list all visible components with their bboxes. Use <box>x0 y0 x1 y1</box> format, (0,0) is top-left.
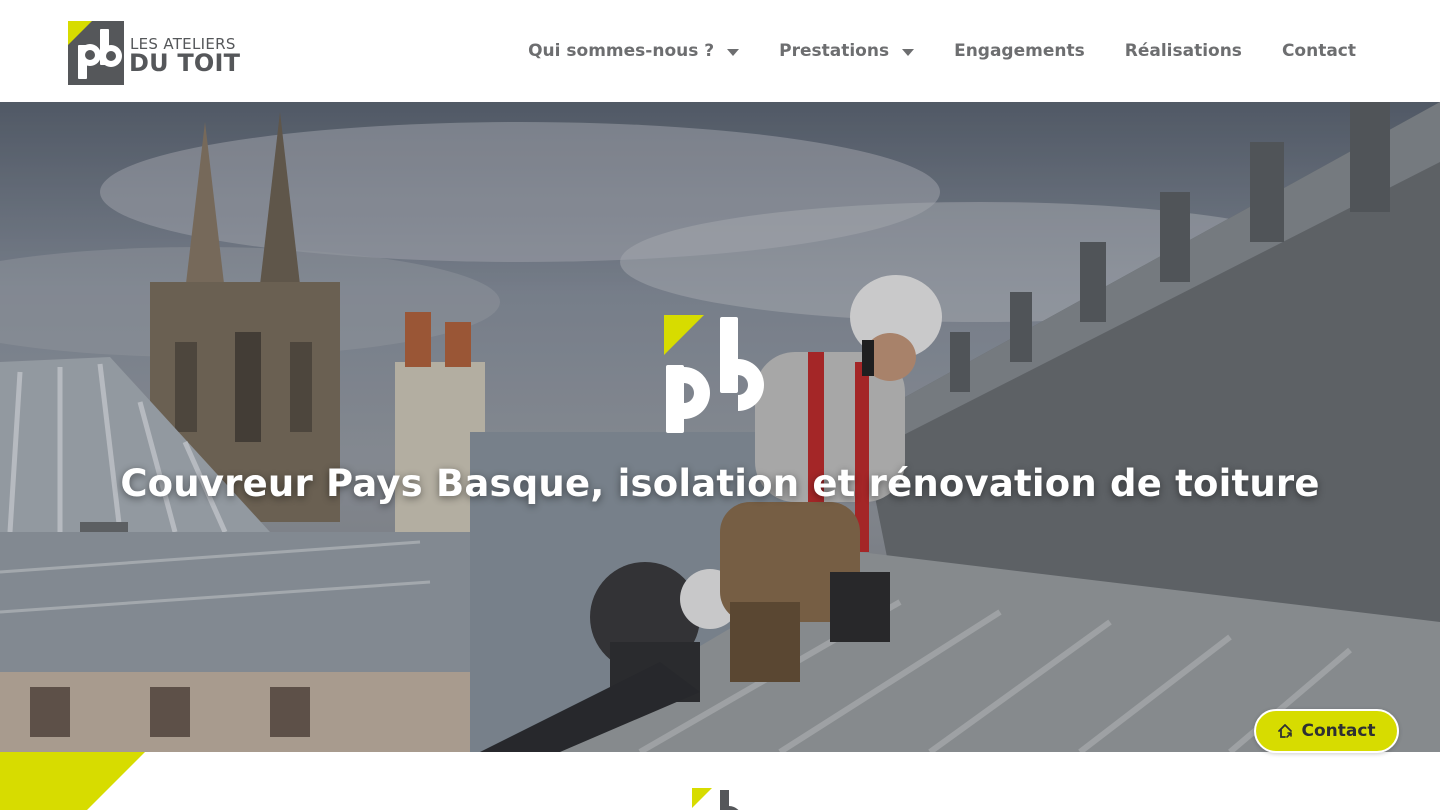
nav-item-realisations[interactable]: Réalisations <box>1125 41 1242 61</box>
accent-corner-shape <box>0 752 145 810</box>
nav-item-label: Réalisations <box>1124 41 1242 61</box>
logo-text-line2: DU TOIT <box>129 49 241 77</box>
caret-down-icon <box>727 48 740 56</box>
pb-emblem-icon <box>664 315 764 433</box>
main-nav: Qui sommes-nous ? Prestations Engagement… <box>528 0 1356 102</box>
nav-item-prestations[interactable]: Prestations <box>779 41 915 61</box>
next-section-top <box>0 752 1440 810</box>
nav-item-label: Prestations <box>779 41 890 61</box>
nav-item-qui-sommes-nous[interactable]: Qui sommes-nous ? <box>528 41 740 61</box>
floating-contact-label: Contact <box>1301 721 1376 741</box>
caret-down-icon <box>902 48 915 56</box>
nav-item-contact[interactable]: Contact <box>1282 41 1356 61</box>
house-arrow-icon <box>1278 724 1293 738</box>
hero-banner: Couvreur Pays Basque, isolation et rénov… <box>0 102 1440 752</box>
floating-contact-button[interactable]: Contact <box>1254 709 1399 753</box>
site-header: LES ATELIERS DU TOIT Qui sommes-nous ? P… <box>0 0 1440 102</box>
nav-item-label: Qui sommes-nous ? <box>528 41 715 61</box>
site-logo[interactable]: LES ATELIERS DU TOIT <box>66 17 246 87</box>
hero-title: Couvreur Pays Basque, isolation et rénov… <box>120 461 1320 505</box>
nav-item-label: Engagements <box>954 41 1085 61</box>
nav-item-engagements[interactable]: Engagements <box>954 41 1085 61</box>
nav-item-label: Contact <box>1281 41 1356 61</box>
pb-emblem-small-icon <box>692 788 739 810</box>
pb-logo-icon <box>68 21 124 85</box>
